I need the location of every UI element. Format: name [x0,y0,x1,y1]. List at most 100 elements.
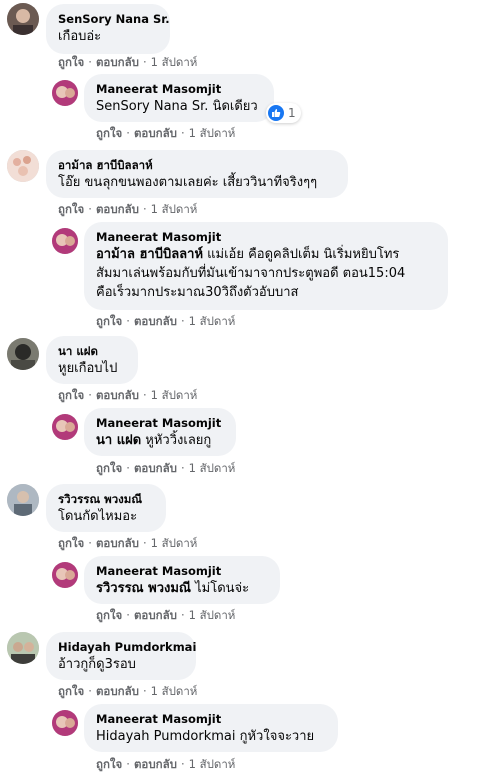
avatar[interactable] [7,338,39,370]
timestamp[interactable]: 1 สัปดาห์ [151,55,198,69]
timestamp[interactable]: 1 สัปดาห์ [189,461,236,475]
avatar[interactable] [52,710,78,736]
reply-text-line: สัมมาเล่นพร้อมกับที่มันเข้ามาจากประตูพอด… [96,266,406,281]
comment-author[interactable]: รวิวรรณ พวงมณี [58,491,154,507]
timestamp[interactable]: 1 สัปดาห์ [151,684,198,698]
avatar[interactable] [7,484,39,516]
reply-author[interactable]: Maneerat Masomjit [96,415,224,431]
avatar[interactable] [7,3,39,35]
timestamp[interactable]: 1 สัปดาห์ [189,757,236,771]
like-button[interactable]: ถูกใจ [58,55,84,69]
like-button[interactable]: ถูกใจ [96,608,122,622]
mention-link[interactable]: นา แฝด [96,433,141,448]
reply-button[interactable]: ตอบกลับ [96,684,139,698]
reply-actions: ถูกใจ · ตอบกลับ · 1 สัปดาห์ [96,460,235,476]
reply-author[interactable]: Maneerat Masomjit [96,563,268,579]
separator: · [142,202,147,216]
like-button[interactable]: ถูกใจ [96,314,122,328]
separator: · [142,388,147,402]
avatar[interactable] [52,562,78,588]
reply-button[interactable]: ตอบกลับ [96,202,139,216]
separator: · [180,126,185,140]
mention-link[interactable]: อาม้าล ฮาบีบิลลาห์ [96,247,203,262]
comment-thread: SenSory Nana Sr. เกือบอ่ะ ถูกใจ · ตอบกลับ ·… [0,0,483,779]
reply-button[interactable]: ตอบกลับ [134,126,177,140]
comment-actions: ถูกใจ · ตอบกลับ · 1 สัปดาห์ [58,201,197,217]
comment-bubble: อาม้าล ฮาบีบิลลาห์ โอ๊ย ขนลุกขนพองตามเลย… [46,150,348,198]
reaction-badge[interactable]: 1 [266,103,301,123]
reply-actions: ถูกใจ · ตอบกลับ · 1 สัปดาห์ [96,756,235,772]
reply-button[interactable]: ตอบกลับ [134,608,177,622]
comment-text: โอ๊ย ขนลุกขนพองตามเลยค่ะ เสี้ยววินาทีจริ… [58,175,318,190]
reply-text-content: นิดเดียว [208,99,258,114]
reply-bubble: Maneerat Masomjit อาม้าล ฮาบีบิลลาห์ แม่… [84,222,448,310]
timestamp[interactable]: 1 สัปดาห์ [189,608,236,622]
separator: · [88,388,92,402]
timestamp[interactable]: 1 สัปดาห์ [151,536,198,550]
timestamp[interactable]: 1 สัปดาห์ [151,388,198,402]
reply-text-content: กูหัวใจจะวาย [235,729,315,744]
reply-author[interactable]: Maneerat Masomjit [96,711,326,727]
separator: · [180,757,185,771]
reply-button[interactable]: ตอบกลับ [96,388,139,402]
separator: · [88,536,92,550]
like-button[interactable]: ถูกใจ [58,684,84,698]
separator: · [180,314,185,328]
avatar[interactable] [52,80,78,106]
separator: · [180,461,185,475]
reply-text-line: คือเร็วมากประมาณ30วิถึงตัวอับบาส [96,285,299,300]
comment-author[interactable]: SenSory Nana Sr. [58,11,170,27]
comment-text: อ้าวกูก็ดู3รอบ [58,657,136,672]
reply-text: รวิวรรณ พวงมณี ไม่โดนจ่ะ [96,579,268,598]
separator: · [180,608,185,622]
timestamp[interactable]: 1 สัปดาห์ [189,126,236,140]
comment-author[interactable]: อาม้าล ฮาบีบิลลาห์ [58,157,336,173]
reply-bubble: Maneerat Masomjit SenSory Nana Sr. นิดเด… [84,74,274,122]
like-button[interactable]: ถูกใจ [58,536,84,550]
comment-text: เกือบอ่ะ [58,29,102,44]
comment-actions: ถูกใจ · ตอบกลับ · 1 สัปดาห์ [58,54,197,70]
like-button[interactable]: ถูกใจ [58,388,84,402]
comment-bubble: นา แฝด หูยเกือบไป [46,336,138,384]
reply-button[interactable]: ตอบกลับ [134,314,177,328]
reply-text-content: แม่เอ้ย คือดูคลิปเต็ม นิเริ่มหยิบโทร [203,247,400,262]
reply-author[interactable]: Maneerat Masomjit [96,229,436,245]
reply-button[interactable]: ตอบกลับ [134,461,177,475]
comment-bubble: SenSory Nana Sr. เกือบอ่ะ [46,4,170,54]
reply-text-content: หูหัววิ้งเลยกู [141,433,212,448]
comment-bubble: Hidayah Pumdorkmai อ้าวกูก็ดู3รอบ [46,632,196,680]
reply-button[interactable]: ตอบกลับ [96,536,139,550]
separator: · [142,536,147,550]
like-button[interactable]: ถูกใจ [58,202,84,216]
timestamp[interactable]: 1 สัปดาห์ [189,314,236,328]
reaction-count: 1 [288,106,296,120]
reply-button[interactable]: ตอบกลับ [96,55,139,69]
comment-author[interactable]: Hidayah Pumdorkmai [58,639,196,655]
separator: · [126,314,130,328]
mention-link[interactable]: SenSory Nana Sr. [96,99,208,114]
separator: · [142,55,147,69]
separator: · [142,684,147,698]
avatar[interactable] [52,228,78,254]
avatar[interactable] [7,632,39,664]
like-button[interactable]: ถูกใจ [96,126,122,140]
mention-link[interactable]: รวิวรรณ พวงมณี [96,581,191,596]
thumbs-up-icon [268,105,284,121]
comment-actions: ถูกใจ · ตอบกลับ · 1 สัปดาห์ [58,683,197,699]
comment-actions: ถูกใจ · ตอบกลับ · 1 สัปดาห์ [58,535,197,551]
comment-author[interactable]: นา แฝด [58,343,126,359]
mention-link[interactable]: Hidayah Pumdorkmai [96,729,235,744]
reply-author[interactable]: Maneerat Masomjit [96,81,262,97]
like-button[interactable]: ถูกใจ [96,461,122,475]
reply-text: Hidayah Pumdorkmai กูหัวใจจะวาย [96,727,326,746]
separator: · [88,684,92,698]
reply-bubble: Maneerat Masomjit รวิวรรณ พวงมณี ไม่โดนจ… [84,556,280,604]
reply-text-content: ไม่โดนจ่ะ [190,581,250,596]
avatar[interactable] [7,150,39,182]
like-button[interactable]: ถูกใจ [96,757,122,771]
separator: · [88,202,92,216]
reply-button[interactable]: ตอบกลับ [134,757,177,771]
avatar[interactable] [52,414,78,440]
timestamp[interactable]: 1 สัปดาห์ [151,202,198,216]
separator: · [126,608,130,622]
